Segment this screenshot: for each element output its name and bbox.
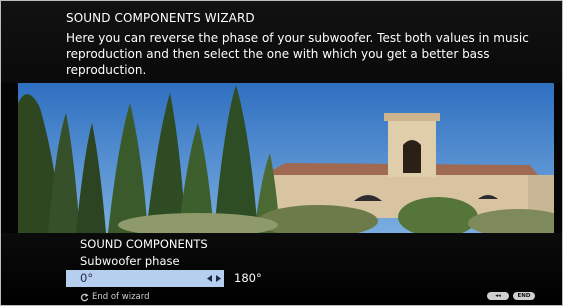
- wizard-info-panel: SOUND COMPONENTS WIZARD Here you can rev…: [1, 1, 562, 83]
- option-0-degrees[interactable]: 0°: [66, 270, 224, 287]
- menu-title: SOUND COMPONENTS: [80, 237, 208, 251]
- settings-menu-panel: SOUND COMPONENTS Subwoofer phase 0° 180°…: [1, 233, 562, 305]
- return-icon: [80, 292, 89, 301]
- end-of-wizard-hint[interactable]: End of wizard: [80, 292, 149, 302]
- landscape-image: [18, 83, 554, 233]
- left-right-arrows-icon[interactable]: [207, 274, 221, 283]
- wizard-title: SOUND COMPONENTS WIZARD: [66, 11, 255, 25]
- remote-key-hints: ◂◂ END: [487, 292, 535, 300]
- tv-screen: SOUND COMPONENTS WIZARD Here you can rev…: [0, 0, 563, 306]
- wizard-description: Here you can reverse the phase of your s…: [66, 31, 529, 77]
- option-180-degrees[interactable]: 180°: [234, 271, 262, 285]
- option-selected-label: 0°: [80, 271, 94, 285]
- setting-label: Subwoofer phase: [80, 254, 180, 268]
- end-of-wizard-label: End of wizard: [92, 292, 150, 302]
- rewind-key-icon[interactable]: ◂◂: [487, 292, 509, 300]
- end-key-icon[interactable]: END: [513, 292, 535, 300]
- background-photo: [18, 83, 554, 233]
